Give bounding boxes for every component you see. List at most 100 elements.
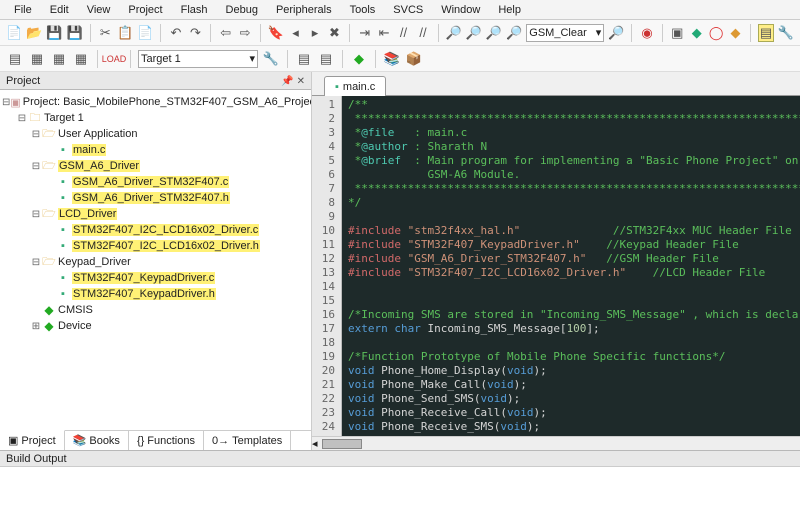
twist-icon[interactable]: ⊟ — [2, 97, 10, 108]
cut-icon[interactable]: ✂ — [98, 24, 113, 42]
twist-icon[interactable]: ⊟ — [30, 209, 42, 220]
outdent-icon[interactable]: ⇤ — [376, 24, 391, 42]
nav-fwd-icon[interactable]: ⇨ — [237, 24, 252, 42]
find-icon1[interactable]: 🔎 — [446, 24, 462, 42]
file-tab-main[interactable]: ▪ main.c — [324, 76, 386, 96]
find-icon3[interactable]: 🔎 — [486, 24, 502, 42]
project-tree[interactable]: ⊟▣Project: Basic_MobilePhone_STM32F407_G… — [0, 90, 311, 430]
config-icon[interactable]: 🔧 — [778, 24, 794, 42]
redo-icon[interactable]: ↷ — [188, 24, 203, 42]
menu-view[interactable]: View — [79, 2, 119, 17]
paste-icon[interactable]: 📄 — [137, 24, 153, 42]
batch-build-icon[interactable]: ▦ — [72, 50, 90, 68]
save-all-icon[interactable]: 💾 — [67, 24, 83, 42]
indent-icon[interactable]: ⇥ — [357, 24, 372, 42]
find-icon4[interactable]: 🔎 — [506, 24, 522, 42]
tree-item[interactable]: ◆CMSIS — [2, 302, 309, 318]
twist-icon[interactable]: ⊟ — [30, 257, 42, 268]
code-body[interactable]: /** ************************************… — [342, 96, 800, 436]
bottom-tab-books[interactable]: 📚Books — [65, 431, 129, 450]
tree-item[interactable]: ▪GSM_A6_Driver_STM32F407.c — [2, 174, 309, 190]
twist-icon[interactable]: ⊟ — [30, 129, 42, 140]
menu-project[interactable]: Project — [120, 2, 170, 17]
tree-item[interactable]: ⊟🗁Keypad_Driver — [2, 254, 309, 270]
uncomment-icon[interactable]: // — [415, 24, 430, 42]
bookmark-prev-icon[interactable]: ◂ — [288, 24, 303, 42]
save-icon[interactable]: 💾 — [46, 24, 62, 42]
rebuild-icon[interactable]: ▦ — [50, 50, 68, 68]
rte-icon[interactable]: ◆ — [350, 50, 368, 68]
bottom-tab-templates[interactable]: 0→Templates — [204, 431, 291, 450]
tree-item[interactable]: ▪STM32F407_KeypadDriver.h — [2, 286, 309, 302]
tree-label: CMSIS — [58, 304, 93, 316]
tree-label: User Application — [58, 128, 138, 140]
build-output-body[interactable] — [0, 466, 800, 506]
close-panel-icon[interactable]: ✕ — [297, 76, 305, 87]
file-tab-label: main.c — [343, 81, 375, 93]
manage2-icon[interactable]: ▤ — [317, 50, 335, 68]
tab-icon: 0→ — [212, 435, 229, 447]
bottom-tab-project[interactable]: ▣Project — [0, 430, 65, 450]
copy-icon[interactable]: 📋 — [117, 24, 133, 42]
tab-icon: 📚 — [73, 434, 87, 447]
undo-icon[interactable]: ↶ — [168, 24, 183, 42]
tree-icon: ◆ — [42, 319, 56, 333]
scroll-thumb[interactable] — [322, 439, 362, 449]
editor-hscroll[interactable]: ◂ — [312, 436, 800, 450]
tool2-icon[interactable]: ◆ — [689, 24, 704, 42]
menu-tools[interactable]: Tools — [342, 2, 384, 17]
search-combo[interactable]: GSM_Clear ▾ — [526, 24, 604, 42]
options-icon[interactable]: 🔧 — [262, 50, 280, 68]
tree-item[interactable]: ⊟🗁LCD_Driver — [2, 206, 309, 222]
menu-help[interactable]: Help — [490, 2, 529, 17]
menu-debug[interactable]: Debug — [218, 2, 266, 17]
twist-icon[interactable]: ⊞ — [30, 321, 42, 332]
tree-item[interactable]: ▪STM32F407_KeypadDriver.c — [2, 270, 309, 286]
tree-icon: 🗁 — [42, 207, 56, 221]
twist-icon[interactable]: ⊟ — [16, 113, 28, 124]
manage-icon[interactable]: ▤ — [295, 50, 313, 68]
tree-label: Project: Basic_MobilePhone_STM32F407_GSM… — [23, 96, 311, 108]
new-file-icon[interactable]: 📄 — [6, 24, 22, 42]
menu-peripherals[interactable]: Peripherals — [268, 2, 340, 17]
comment-icon[interactable]: // — [396, 24, 411, 42]
code-editor[interactable]: 1234567891011121314151617181920212223242… — [312, 96, 800, 436]
tree-item[interactable]: ▪STM32F407_I2C_LCD16x02_Driver.c — [2, 222, 309, 238]
tree-item[interactable]: ⊟🗁User Application — [2, 126, 309, 142]
nav-back-icon[interactable]: ⇦ — [218, 24, 233, 42]
tool4-icon[interactable]: ◆ — [728, 24, 743, 42]
line-gutter: 1234567891011121314151617181920212223242… — [312, 96, 342, 436]
menu-window[interactable]: Window — [433, 2, 488, 17]
bottom-tab-functions[interactable]: {}Functions — [129, 431, 204, 450]
translate-icon[interactable]: ▤ — [6, 50, 24, 68]
tab-label: Functions — [147, 435, 195, 447]
books-icon[interactable]: 📚 — [383, 50, 401, 68]
target-combo[interactable]: Target 1 ▾ — [138, 50, 258, 68]
bookmark-icon[interactable]: 🔖 — [268, 24, 284, 42]
open-file-icon[interactable]: 📂 — [26, 24, 42, 42]
bookmark-clear-icon[interactable]: ✖ — [327, 24, 342, 42]
menu-svcs[interactable]: SVCS — [385, 2, 431, 17]
build-output-header: Build Output — [0, 450, 800, 466]
menu-flash[interactable]: Flash — [173, 2, 216, 17]
pack-icon[interactable]: 📦 — [405, 50, 423, 68]
tree-item[interactable]: ⊞◆Device — [2, 318, 309, 334]
menu-file[interactable]: File — [6, 2, 40, 17]
tree-label: STM32F407_I2C_LCD16x02_Driver.h — [72, 240, 260, 252]
find-next-icon[interactable]: 🔎 — [608, 24, 624, 42]
twist-icon[interactable]: ⊟ — [30, 161, 42, 172]
tree-item[interactable]: ⊟🗁GSM_A6_Driver — [2, 158, 309, 174]
tool3-icon[interactable]: ◯ — [708, 24, 723, 42]
download-icon[interactable]: LOAD — [105, 50, 123, 68]
pin-icon[interactable]: 📌 — [281, 76, 293, 87]
bookmark-next-icon[interactable]: ▸ — [307, 24, 322, 42]
tree-item[interactable]: ⊟▣Project: Basic_MobilePhone_STM32F407_G… — [2, 94, 309, 110]
arrow-left-icon[interactable]: ◂ — [312, 437, 318, 450]
build-icon[interactable]: ▦ — [28, 50, 46, 68]
find-icon2[interactable]: 🔎 — [466, 24, 482, 42]
tool1-icon[interactable]: ▣ — [670, 24, 685, 42]
tree-icon: 🗁 — [42, 255, 56, 269]
debug-icon[interactable]: ◉ — [639, 24, 654, 42]
menu-edit[interactable]: Edit — [42, 2, 77, 17]
tool5-icon[interactable]: ▤ — [758, 24, 774, 42]
